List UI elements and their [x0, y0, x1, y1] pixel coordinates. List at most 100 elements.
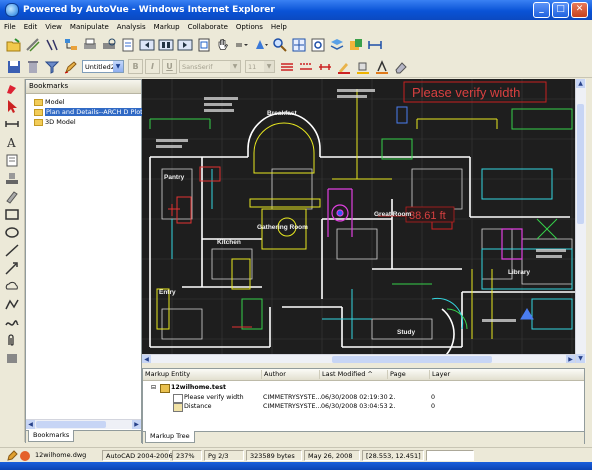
zoom-area-icon[interactable] — [310, 37, 326, 53]
scroll-right-icon[interactable]: ▶ — [132, 420, 141, 429]
scroll-left-icon[interactable]: ◀ — [26, 420, 35, 429]
first-page-icon[interactable] — [139, 37, 155, 53]
menu-markup[interactable]: Markup — [150, 23, 184, 31]
compare-icon[interactable] — [44, 37, 60, 53]
highlighter-icon[interactable] — [4, 189, 20, 204]
stamp-icon[interactable] — [4, 171, 20, 186]
markup-icon[interactable] — [348, 37, 364, 53]
line-tool-icon[interactable] — [4, 243, 20, 258]
line-color-icon[interactable] — [336, 59, 352, 75]
bookmark-item-3d-model[interactable]: 3D Model — [34, 118, 76, 126]
bookmark-item-model[interactable]: Model — [34, 98, 65, 106]
zoom-icon[interactable] — [272, 37, 288, 53]
tree-icon[interactable] — [63, 37, 79, 53]
select-arrow-icon[interactable] — [4, 99, 20, 114]
markup-file-row[interactable]: ⊟ 12wilhome.test — [143, 383, 584, 393]
distance-markup-text[interactable]: 38.61 ft — [409, 210, 446, 222]
drawing-canvas[interactable]: Please verify width 38.61 ft Breakfast G… — [142, 79, 585, 363]
canvas-vscrollbar[interactable]: ▲ ▼ — [575, 79, 586, 363]
fill-color-icon[interactable] — [355, 59, 371, 75]
underline-button[interactable]: U — [162, 59, 177, 74]
scroll-thumb[interactable] — [36, 421, 106, 428]
col-page[interactable]: Page — [387, 370, 406, 379]
tab-markup-tree[interactable]: Markup Tree — [145, 431, 195, 443]
next-page-icon[interactable] — [177, 37, 193, 53]
text-tool-icon[interactable]: A — [4, 135, 20, 150]
rectangle-icon[interactable] — [4, 207, 20, 222]
freehand-icon[interactable] — [4, 315, 20, 330]
properties-icon[interactable] — [120, 37, 136, 53]
open-folder-icon[interactable] — [6, 37, 22, 53]
eraser-icon[interactable] — [393, 59, 409, 75]
scroll-up-icon[interactable]: ▲ — [576, 79, 585, 88]
font-combo[interactable]: SansSerif ▼ — [179, 60, 241, 73]
col-author[interactable]: Author — [261, 370, 286, 379]
scroll-down-icon[interactable]: ▼ — [576, 354, 585, 363]
filter-icon[interactable] — [44, 59, 60, 75]
bookmark-item-plan[interactable]: Plan and Details--ARCH D Plot — [34, 108, 144, 116]
status-zoom: 237% — [172, 450, 202, 461]
print-icon[interactable] — [82, 37, 98, 53]
scroll-thumb[interactable] — [577, 104, 584, 224]
font-size-combo[interactable]: 11 ▼ — [245, 60, 275, 73]
room-label-breakfast: Breakfast — [267, 110, 297, 117]
scroll-thumb[interactable] — [332, 356, 492, 363]
scroll-left-icon[interactable]: ◀ — [142, 355, 151, 363]
text-color-icon[interactable] — [374, 59, 390, 75]
select-dropdown-icon[interactable] — [234, 37, 250, 53]
prev-page-icon[interactable] — [158, 37, 174, 53]
markup-row[interactable]: Please verify width CIMMETRYSYSTE... 06/… — [143, 393, 584, 403]
italic-button[interactable]: I — [145, 59, 160, 74]
markup-note-text[interactable]: Please verify width — [412, 85, 520, 100]
distance-icon[interactable] — [4, 117, 20, 132]
col-last-modified[interactable]: Last Modified ^ — [319, 370, 373, 379]
main-toolbar — [0, 34, 592, 56]
collapse-icon[interactable]: ⊟ — [151, 383, 156, 392]
bookmarks-scrollbar[interactable]: ◀ ▶ — [26, 419, 141, 429]
measure-icon[interactable] — [25, 37, 41, 53]
menu-view[interactable]: View — [41, 23, 66, 31]
canvas-hscrollbar[interactable]: ◀ ▶ — [142, 354, 575, 363]
col-markup-entity[interactable]: Markup Entity — [143, 370, 190, 379]
polyline-icon[interactable] — [4, 297, 20, 312]
minimize-button[interactable]: _ — [533, 2, 550, 18]
pen-icon[interactable] — [63, 59, 79, 75]
symbol-icon[interactable] — [4, 351, 20, 366]
markup-pen-icon[interactable] — [4, 81, 20, 96]
arrow-tool-icon[interactable] — [4, 261, 20, 276]
delete-icon[interactable] — [25, 59, 41, 75]
col-layer[interactable]: Layer — [429, 370, 450, 379]
layer-combo[interactable]: Untitled2 ▼ — [82, 60, 124, 73]
cloud-icon[interactable] — [4, 279, 20, 294]
menu-analysis[interactable]: Analysis — [113, 23, 150, 31]
close-button[interactable]: ✕ — [571, 2, 588, 18]
menu-help[interactable]: Help — [267, 23, 291, 31]
menu-manipulate[interactable]: Manipulate — [66, 23, 113, 31]
line-dash-icon[interactable] — [298, 59, 314, 75]
bold-button[interactable]: B — [128, 59, 143, 74]
pan-hand-icon[interactable] — [215, 37, 231, 53]
dimension-icon[interactable] — [367, 37, 383, 53]
ellipse-icon[interactable] — [4, 225, 20, 240]
menu-file[interactable]: File — [0, 23, 20, 31]
status-indicator-icon — [20, 450, 30, 461]
tab-bookmarks[interactable]: Bookmarks — [28, 430, 75, 442]
scroll-right-icon[interactable]: ▶ — [566, 355, 575, 363]
attachment-icon[interactable] — [4, 333, 20, 348]
menu-options[interactable]: Options — [232, 23, 267, 31]
markup-toolbar: Untitled2 ▼ B I U SansSerif ▼ 11 ▼ — [0, 56, 592, 78]
zoom-fit-icon[interactable] — [291, 37, 307, 53]
line-style-icon[interactable] — [279, 59, 295, 75]
menu-collaborate[interactable]: Collaborate — [184, 23, 232, 31]
markup-row[interactable]: Distance CIMMETRYSYSTE... 06/30/2008 03:… — [143, 402, 584, 412]
note-icon[interactable] — [4, 153, 20, 168]
maximize-button[interactable]: □ — [552, 2, 569, 18]
room-label-entry: Entry — [159, 289, 176, 296]
layers-icon[interactable] — [329, 37, 345, 53]
fit-page-icon[interactable] — [196, 37, 212, 53]
color-dropdown-icon[interactable] — [253, 37, 269, 53]
menu-edit[interactable]: Edit — [20, 23, 42, 31]
line-end-icon[interactable] — [317, 59, 333, 75]
print-preview-icon[interactable] — [101, 37, 117, 53]
save-icon[interactable] — [6, 59, 22, 75]
